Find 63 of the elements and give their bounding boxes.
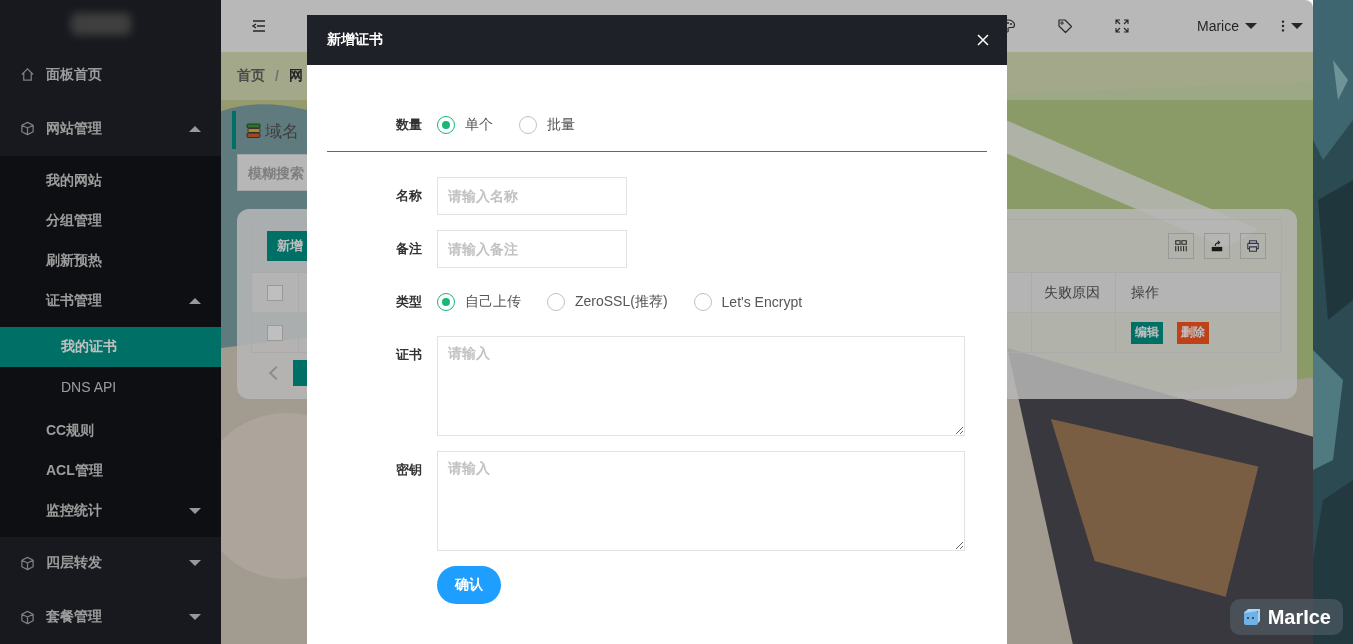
caret-icon	[189, 125, 201, 132]
sidebar-item[interactable]: ACL管理	[0, 450, 221, 491]
watermark-badge: MarIce	[1229, 599, 1343, 635]
home-icon	[20, 67, 35, 83]
caret-icon	[1291, 23, 1303, 29]
field-label: 类型	[395, 293, 423, 311]
radio-option[interactable]: 自己上传	[437, 293, 521, 311]
logo-icon	[70, 13, 131, 35]
input-field[interactable]: 请输入备注	[437, 230, 627, 268]
breadcrumb-separator: /	[275, 68, 279, 84]
sidebar-item[interactable]: 我的网站	[0, 160, 221, 201]
checkbox[interactable]	[267, 324, 283, 341]
input-field[interactable]: 请输入名称	[437, 177, 627, 215]
text-area[interactable]: 请输入	[437, 451, 965, 551]
breadcrumb-link[interactable]: 网	[288, 67, 303, 85]
dialog-title: 新增证书	[327, 31, 384, 49]
export-button[interactable]	[1204, 233, 1230, 259]
cube-icon	[20, 609, 35, 625]
sidebar-item[interactable]: 面板首页	[0, 48, 221, 102]
radio-option[interactable]: 批量	[519, 116, 575, 134]
sidebar-item[interactable]: DNS API	[0, 366, 221, 407]
field-label: 数量	[395, 116, 423, 134]
column-header: 失败原因	[1044, 283, 1100, 302]
tag-icon[interactable]	[1057, 18, 1073, 34]
caret-icon	[189, 560, 201, 567]
sidebar-item[interactable]: 证书管理	[0, 280, 221, 321]
user-menu[interactable]: Marice	[1197, 18, 1257, 34]
cube-icon	[20, 121, 35, 137]
text-area[interactable]: 请输入	[437, 336, 965, 436]
checkbox[interactable]	[267, 284, 283, 301]
title-accent	[232, 111, 236, 149]
field-label: 密钥	[395, 461, 423, 479]
radio-option[interactable]: ZeroSSL(推荐)	[547, 293, 668, 311]
radio-option[interactable]: Let's Encrypt	[693, 293, 803, 311]
field-label: 名称	[395, 187, 423, 205]
export-icon	[1210, 239, 1224, 253]
field-label: 证书	[394, 346, 423, 364]
caret-icon	[189, 614, 201, 621]
books-icon	[246, 123, 262, 139]
cube-icon	[20, 555, 35, 571]
print-button[interactable]	[1240, 233, 1266, 259]
fullscreen-icon[interactable]	[1114, 18, 1130, 34]
close-icon[interactable]	[977, 34, 989, 46]
page-title: 域名	[265, 120, 299, 143]
more-menu[interactable]	[1281, 19, 1303, 33]
more-icon	[1281, 19, 1285, 33]
columns-button[interactable]	[1168, 233, 1194, 259]
caret-icon	[189, 507, 201, 514]
field-label: 备注	[395, 240, 423, 258]
sidebar-item[interactable]: 监控统计	[0, 490, 221, 531]
grid-icon	[1174, 239, 1188, 253]
sidebar-item[interactable]: 四层转发	[0, 536, 221, 591]
sidebar-item[interactable]: 套餐管理	[0, 590, 221, 644]
menu-icon[interactable]	[251, 18, 267, 34]
sidebar-item[interactable]: 刷新预热	[0, 240, 221, 281]
radio-option[interactable]: 单个	[437, 116, 493, 134]
printer-icon	[1246, 239, 1260, 253]
caret-icon	[189, 297, 201, 304]
sidebar-item[interactable]: 分组管理	[0, 200, 221, 241]
caret-icon	[1245, 23, 1257, 29]
column-header: 操作	[1131, 283, 1159, 302]
sidebar-item[interactable]: 网站管理	[0, 101, 221, 156]
sidebar-item[interactable]: CC规则	[0, 410, 221, 451]
